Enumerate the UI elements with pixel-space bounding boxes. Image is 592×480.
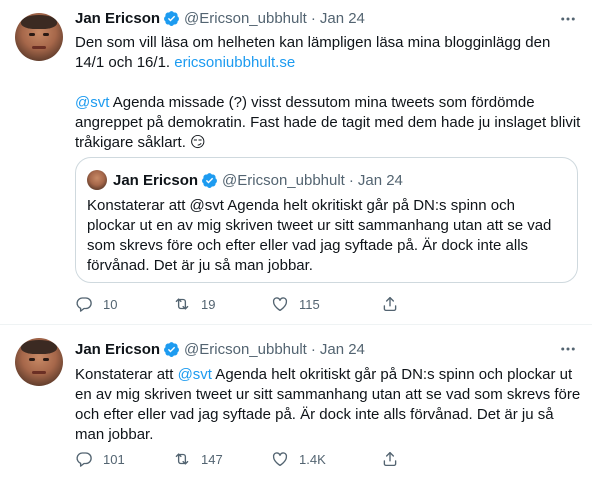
quoted-time: Jan 24: [357, 171, 403, 189]
avatar-hair: [21, 15, 57, 29]
tweet-actions: 10 19 115: [75, 294, 421, 314]
avatar-eye: [43, 33, 49, 36]
smirk-emoji: 😏: [190, 134, 206, 151]
avatar[interactable]: [15, 13, 63, 61]
avatar[interactable]: [15, 338, 63, 386]
like-button[interactable]: 1.4K: [271, 450, 381, 468]
avatar-eye: [43, 358, 49, 361]
avatar-eye: [29, 33, 35, 36]
author-handle[interactable]: @Ericson_ubbhult: [184, 341, 307, 358]
avatar-hair: [21, 340, 57, 354]
share-icon: [383, 296, 397, 312]
separator-dot: ·: [310, 9, 316, 27]
retweet-count: 19: [201, 296, 216, 312]
avatar-eye: [29, 358, 35, 361]
heart-icon: [272, 452, 288, 467]
quoted-author-name: Jan Ericson: [113, 171, 199, 189]
mention-link[interactable]: @svt: [178, 366, 212, 383]
share-icon: [383, 451, 397, 467]
retweet-button[interactable]: 19: [173, 295, 271, 313]
more-horizontal-icon: [561, 347, 575, 351]
share-button[interactable]: [381, 295, 421, 313]
tweet-text-part: Agenda missade (?) visst dessutom mina t…: [75, 94, 581, 151]
avatar-mouth: [32, 46, 46, 49]
separator-dot: ·: [310, 340, 316, 358]
tweet[interactable]: Jan Ericson @Ericson_ubbhult · Jan 24 Ko…: [0, 325, 592, 480]
retweet-icon: [175, 298, 189, 310]
reply-button[interactable]: 101: [75, 450, 173, 468]
blog-link[interactable]: ericsoniubbhult.se: [174, 54, 295, 71]
reply-button[interactable]: 10: [75, 295, 173, 313]
tweet-time[interactable]: Jan 24: [320, 10, 365, 27]
more-button[interactable]: [558, 339, 578, 359]
like-count: 115: [299, 296, 320, 312]
retweet-icon: [175, 453, 189, 465]
retweet-count: 147: [201, 451, 223, 467]
heart-icon: [272, 297, 288, 312]
verified-badge-icon: [202, 172, 217, 188]
tweet-actions: 101 147 1.4K: [75, 449, 421, 469]
tweet[interactable]: Jan Ericson @Ericson_ubbhult · Jan 24 De…: [0, 0, 592, 324]
more-button[interactable]: [558, 9, 578, 29]
tweet-text-part: Den som vill läsa om helheten kan lämpli…: [75, 34, 551, 71]
tweet-header: Jan Ericson @Ericson_ubbhult · Jan 24: [75, 8, 365, 28]
more-horizontal-icon: [561, 17, 575, 21]
quoted-avatar: [87, 170, 107, 190]
author-name[interactable]: Jan Ericson: [75, 341, 160, 358]
verified-badge-icon: [164, 10, 179, 26]
tweet-text-part: Konstaterar att: [75, 366, 178, 383]
author-handle[interactable]: @Ericson_ubbhult: [184, 10, 307, 27]
quoted-handle: @Ericson_ubbhult: [222, 171, 345, 189]
quoted-text: Konstaterar att @svt Agenda helt okritis…: [87, 197, 552, 274]
separator-dot: ·: [348, 171, 354, 189]
retweet-button[interactable]: 147: [173, 450, 271, 468]
like-count: 1.4K: [299, 451, 326, 467]
like-button[interactable]: 115: [271, 295, 381, 313]
reply-count: 101: [103, 451, 125, 467]
share-button[interactable]: [381, 450, 421, 468]
author-name[interactable]: Jan Ericson: [75, 10, 160, 27]
tweet-header: Jan Ericson @Ericson_ubbhult · Jan 24: [75, 339, 365, 359]
quoted-header: Jan Ericson @Ericson_ubbhult · Jan 24: [113, 170, 403, 190]
mention-link[interactable]: @svt: [75, 94, 109, 111]
reply-count: 10: [103, 296, 118, 312]
tweet-time[interactable]: Jan 24: [320, 341, 365, 358]
avatar-mouth: [32, 371, 46, 374]
tweet-text: Den som vill läsa om helheten kan lämpli…: [75, 33, 581, 153]
quoted-tweet[interactable]: Jan Ericson @Ericson_ubbhult · Jan 24 Ko…: [75, 157, 578, 283]
tweet-text: Konstaterar att @svt Agenda helt okritis…: [75, 365, 581, 445]
verified-badge-icon: [164, 341, 179, 357]
reply-icon: [76, 297, 92, 312]
reply-icon: [76, 452, 92, 467]
